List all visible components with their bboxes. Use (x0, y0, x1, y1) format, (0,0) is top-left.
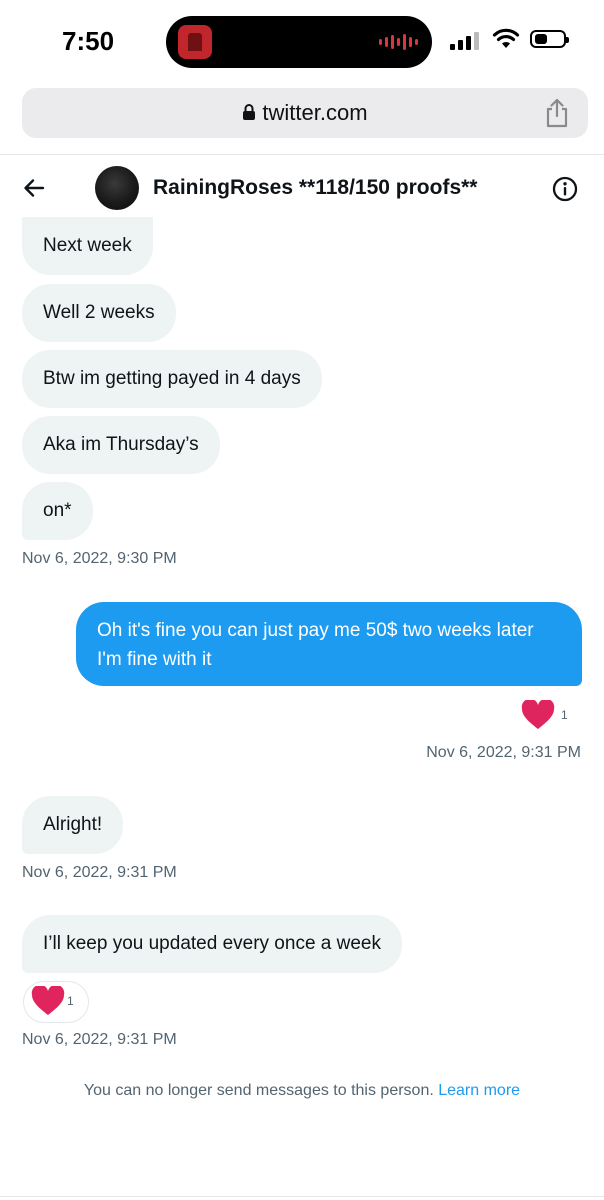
battery-icon (530, 30, 569, 48)
now-playing-app-icon (178, 25, 212, 59)
message-bubble-incoming[interactable]: Next week (22, 217, 153, 275)
message-bubble-outgoing[interactable]: Oh it's fine you can just pay me 50$ two… (76, 602, 582, 686)
message-bubble-incoming[interactable]: on* (22, 482, 93, 540)
message-timestamp: Nov 6, 2022, 9:30 PM (22, 550, 177, 567)
cellular-signal-icon (450, 30, 479, 50)
address-bar[interactable]: twitter.com (22, 88, 588, 138)
url-text: twitter.com (262, 100, 368, 125)
dynamic-island (166, 16, 432, 68)
reaction-content: 1 (31, 986, 74, 1016)
status-bar: 7:50 (0, 0, 604, 84)
avatar[interactable] (95, 166, 139, 210)
conversation-header: RainingRoses **118/150 proofs** (0, 158, 604, 220)
divider (0, 154, 604, 155)
message-timestamp: Nov 6, 2022, 9:31 PM (22, 1031, 177, 1048)
reaction-count: 1 (561, 708, 568, 722)
share-icon[interactable] (544, 98, 570, 128)
message-bubble-incoming[interactable]: Well 2 weeks (22, 284, 176, 342)
divider (0, 1196, 604, 1197)
message-bubble-incoming[interactable]: Btw im getting payed in 4 days (22, 350, 322, 408)
message-timestamp: Nov 6, 2022, 9:31 PM (22, 864, 177, 881)
conversation-title[interactable]: RainingRoses **118/150 proofs** (153, 176, 477, 200)
info-icon[interactable] (552, 176, 578, 202)
message-bubble-incoming[interactable]: Alright! (22, 796, 124, 854)
notice-text: You can no longer send messages to this … (83, 1082, 434, 1099)
back-arrow-icon[interactable] (22, 176, 46, 200)
wifi-icon (492, 28, 520, 48)
learn-more-link[interactable]: Learn more (438, 1082, 520, 1099)
conversation-closed-notice: You can no longer send messages to this … (0, 1082, 604, 1100)
heart-reaction-icon (521, 700, 555, 729)
message-bubble-incoming[interactable]: I’ll keep you updated every once a week (22, 915, 402, 973)
status-time: 7:50 (62, 26, 115, 56)
reaction[interactable]: 1 (521, 700, 568, 730)
audio-waveform-icon (379, 34, 418, 50)
heart-reaction-icon (31, 986, 65, 1015)
message-timestamp: Nov 6, 2022, 9:31 PM (426, 744, 581, 761)
lock-icon (243, 104, 256, 121)
message-bubble-incoming[interactable]: Aka im Thursday’s (22, 416, 220, 474)
reaction-count: 1 (67, 994, 74, 1008)
